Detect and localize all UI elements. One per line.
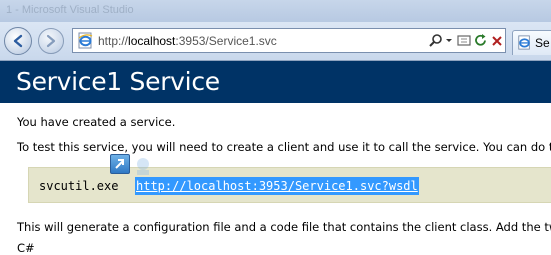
csharp-heading: C# [17, 241, 35, 255]
tab-service1[interactable]: Se [512, 30, 551, 55]
ie-page-icon [78, 32, 93, 49]
stop-icon[interactable] [490, 33, 504, 48]
wsdl-link[interactable]: http://localhost:3953/Service1.svc?wsdl [135, 177, 419, 195]
drag-link-icon [110, 154, 130, 174]
code-command: svcutil.exe [39, 179, 119, 193]
url-host: localhost [128, 34, 176, 48]
page-header: Service1 Service [0, 61, 551, 103]
url-scheme: http:// [98, 34, 129, 48]
browser-toolbar: http://localhost:3953/Service1.svc Se [0, 22, 551, 61]
dropdown-icon[interactable] [445, 33, 453, 48]
drag-ghost-icon [137, 158, 149, 175]
refresh-icon[interactable] [474, 33, 488, 48]
ie-page-icon [518, 35, 530, 50]
forward-button[interactable] [38, 28, 64, 54]
back-icon [13, 34, 23, 48]
instructions-text: To test this service, you will need to c… [17, 140, 551, 154]
page-title: Service1 Service [16, 67, 220, 96]
compat-view-icon[interactable] [457, 33, 471, 48]
url-path: :3953/Service1.svc [175, 34, 277, 48]
intro-text: You have created a service. [17, 115, 176, 129]
search-icon[interactable] [429, 33, 443, 48]
arrow-icon [115, 159, 124, 169]
back-button[interactable] [4, 27, 32, 55]
result-text: This will generate a configuration file … [17, 220, 551, 234]
svcutil-code-block: svcutil.exe http://localhost:3953/Servic… [28, 167, 551, 203]
address-url[interactable]: http://localhost:3953/Service1.svc [98, 34, 277, 48]
window-title: 1 - Microsoft Visual Studio [6, 4, 134, 16]
window-titlebar: 1 - Microsoft Visual Studio [0, 0, 551, 22]
address-bar[interactable]: http://localhost:3953/Service1.svc [72, 28, 506, 53]
forward-icon [46, 34, 56, 48]
tab-label: Se [535, 36, 550, 50]
